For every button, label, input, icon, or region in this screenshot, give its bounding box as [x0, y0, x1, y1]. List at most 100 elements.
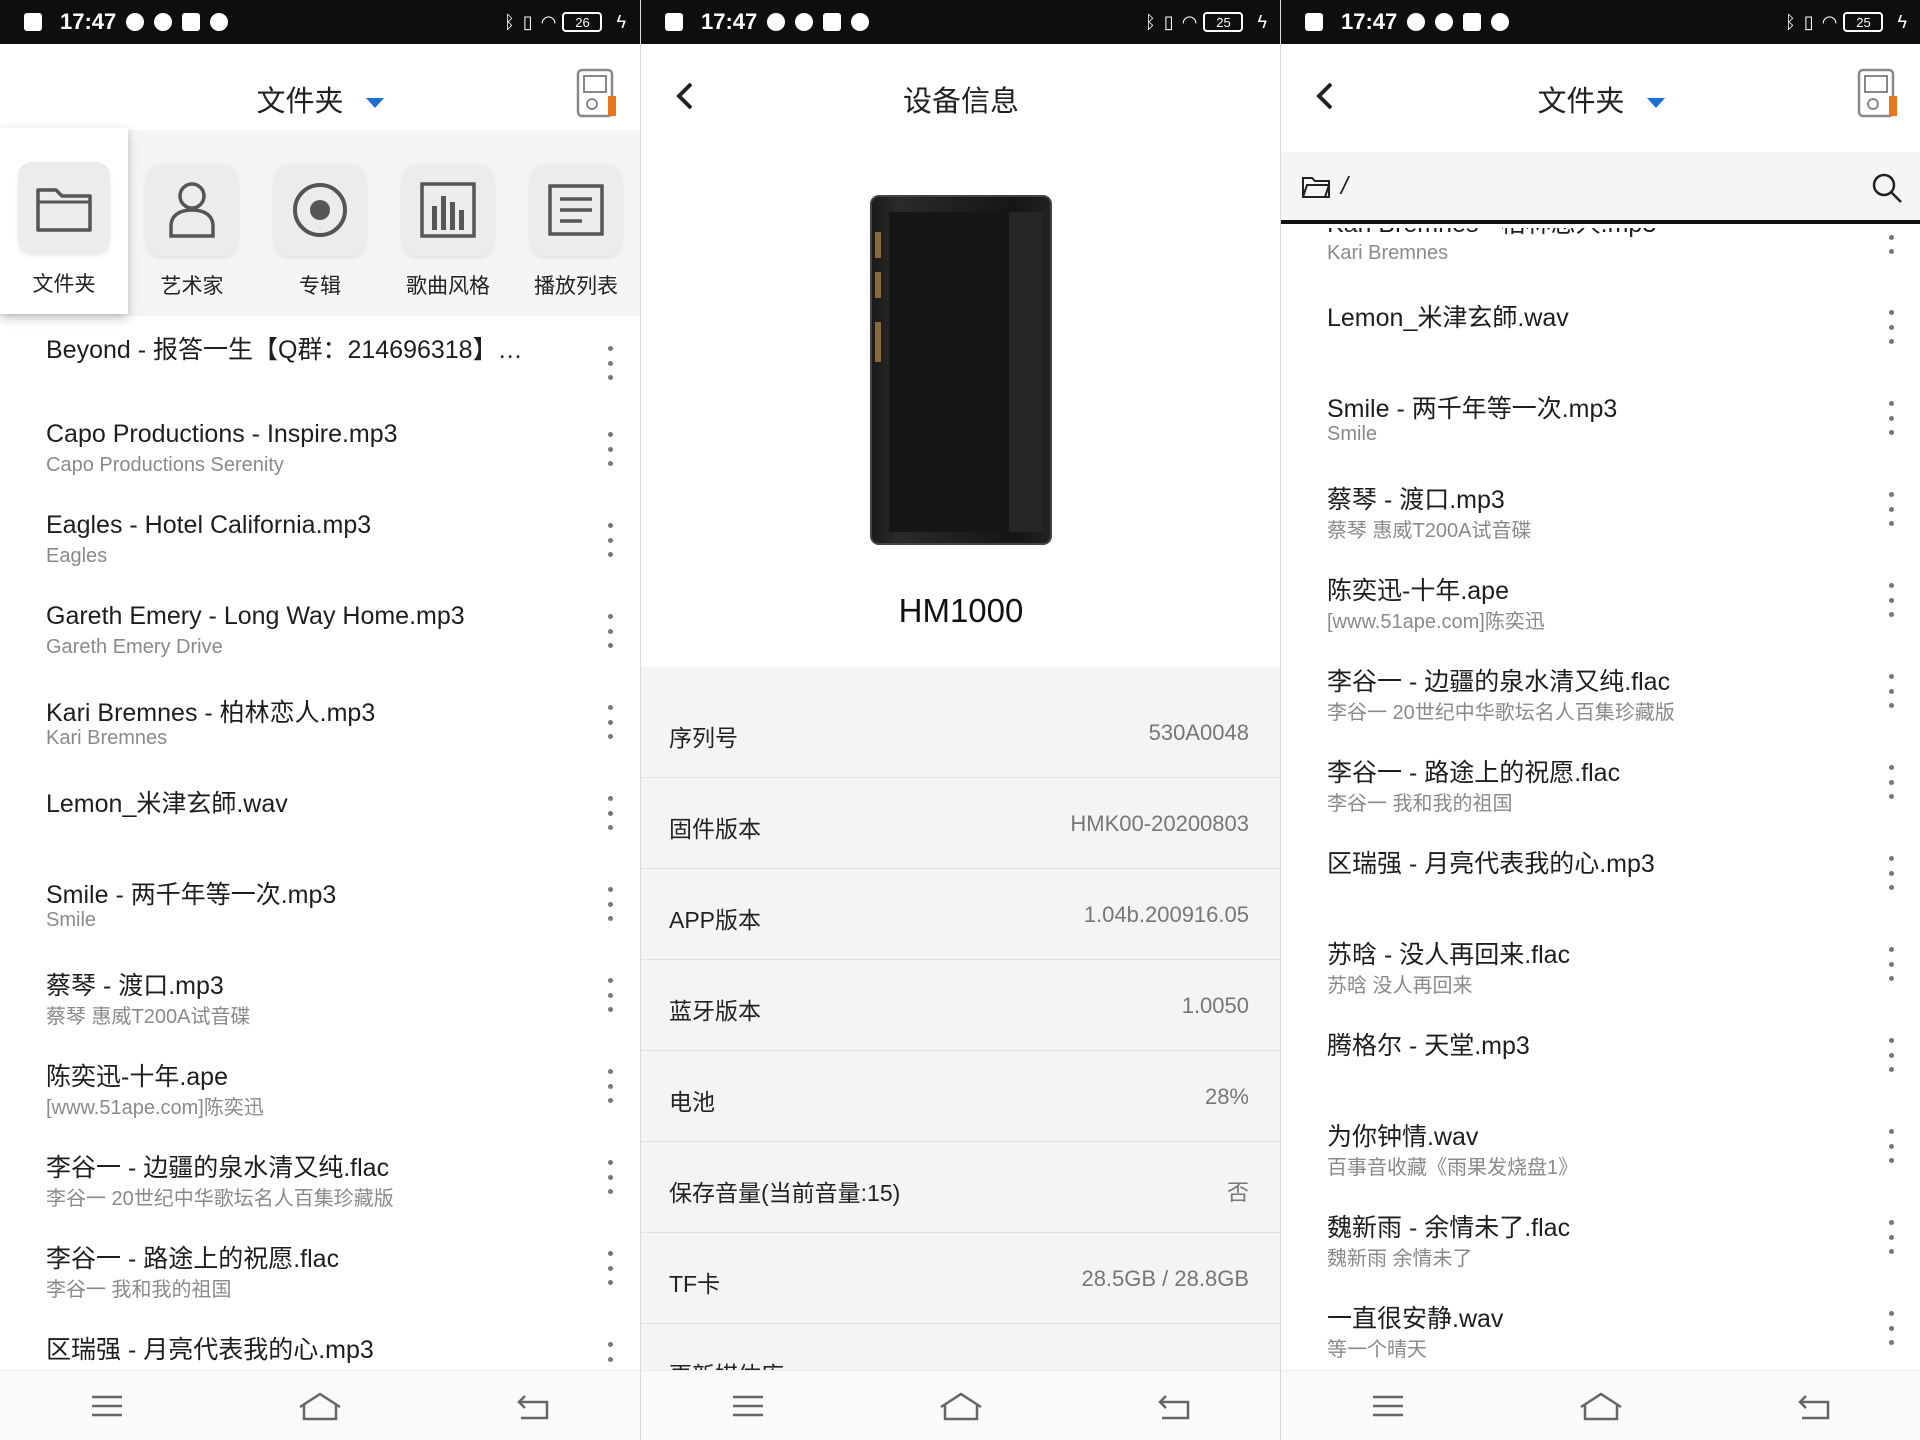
- back-nav-button[interactable]: [503, 1386, 563, 1426]
- status-time: 17:47: [701, 9, 758, 34]
- bluetooth-icon: ᛒ: [1145, 11, 1156, 32]
- more-options-icon[interactable]: [1887, 674, 1895, 708]
- list-item[interactable]: 李谷一 - 路途上的祝愿.flac 李谷一 我和我的祖国: [1281, 739, 1920, 830]
- more-options-icon[interactable]: [1887, 1129, 1895, 1163]
- list-item[interactable]: Kari Bremnes - 柏林恋人.mp3 Kari Bremnes: [1281, 228, 1920, 284]
- list-item[interactable]: Lemon_米津玄師.wav: [1281, 284, 1920, 375]
- more-options-icon[interactable]: [1887, 583, 1895, 617]
- cloud-icon: [851, 13, 870, 31]
- list-item[interactable]: Capo Productions - Inspire.mp3 Capo Prod…: [0, 406, 640, 497]
- list-item[interactable]: 蔡琴 - 渡口.mp3 蔡琴 惠威T200A试音碟: [0, 952, 640, 1043]
- battery-icon: 26: [562, 12, 603, 32]
- list-item[interactable]: 陈奕迅-十年.ape [www.51ape.com]陈奕迅: [0, 1043, 640, 1134]
- more-options-icon[interactable]: [1887, 947, 1895, 981]
- list-item[interactable]: Beyond - 报答一生【Q群：214696318】…: [0, 316, 640, 406]
- more-options-icon[interactable]: [606, 796, 614, 830]
- list-item[interactable]: Smile - 两千年等一次.mp3 Smile: [0, 861, 640, 952]
- tab-album[interactable]: 专辑: [256, 130, 384, 310]
- song-title: Smile - 两千年等一次.mp3: [46, 881, 337, 909]
- more-options-icon[interactable]: [1887, 228, 1895, 254]
- more-options-icon[interactable]: [1887, 1038, 1895, 1072]
- list-item[interactable]: 李谷一 - 边疆的泉水清又纯.flac 李谷一 20世纪中华歌坛名人百集珍藏版: [1281, 648, 1920, 739]
- more-options-icon[interactable]: [1887, 765, 1895, 799]
- folder-dropdown[interactable]: 文件夹: [1281, 78, 1920, 120]
- list-item[interactable]: Smile - 两千年等一次.mp3 Smile: [1281, 375, 1920, 466]
- disc-icon: [293, 183, 347, 237]
- list-item[interactable]: 腾格尔 - 天堂.mp3: [1281, 1012, 1920, 1103]
- folder-open-icon[interactable]: [1301, 174, 1331, 200]
- song-title: 陈奕迅-十年.ape: [1327, 577, 1509, 605]
- list-item[interactable]: 蔡琴 - 渡口.mp3 蔡琴 惠威T200A试音碟: [1281, 466, 1920, 557]
- more-options-icon[interactable]: [606, 1160, 614, 1194]
- tab-artist[interactable]: 艺术家: [128, 130, 256, 310]
- list-item[interactable]: 为你钟情.wav 百事音收藏《雨果发烧盘1》: [1281, 1103, 1920, 1194]
- info-row-battery: 电池 28%: [641, 1051, 1280, 1142]
- menu-icon: [732, 1395, 763, 1416]
- info-row-serial: 序列号 530A0048: [641, 687, 1280, 778]
- menu-icon: [1372, 1395, 1403, 1416]
- more-options-icon[interactable]: [1887, 401, 1895, 435]
- more-options-icon[interactable]: [606, 705, 614, 739]
- return-icon: [1798, 1394, 1830, 1419]
- song-title: 李谷一 - 边疆的泉水清又纯.flac: [46, 1154, 390, 1182]
- update-library-row[interactable]: 更新媒体库: [641, 1324, 1280, 1370]
- info-key: TF卡: [669, 1271, 721, 1297]
- tab-folder[interactable]: 文件夹: [0, 128, 128, 314]
- status-bar: 17:47 ᛒ ▯ ◠ 25 ϟ: [1281, 0, 1920, 44]
- more-options-icon[interactable]: [606, 887, 614, 921]
- tab-genre[interactable]: 歌曲风格: [384, 130, 512, 310]
- song-title: 李谷一 - 路途上的祝愿.flac: [1327, 759, 1621, 787]
- folder-dropdown[interactable]: 文件夹: [0, 78, 640, 120]
- home-nav-button[interactable]: [290, 1386, 350, 1426]
- status-bar: 17:47 ᛒ ▯ ◠ 25 ϟ: [641, 0, 1280, 44]
- back-nav-button[interactable]: [1784, 1386, 1844, 1426]
- list-item[interactable]: 区瑞强 - 月亮代表我的心.mp3: [0, 1316, 640, 1370]
- song-subtitle: 百事音收藏《雨果发烧盘1》: [1327, 1157, 1579, 1179]
- list-item[interactable]: 苏晗 - 没人再回来.flac 苏晗 没人再回来: [1281, 921, 1920, 1012]
- more-options-icon[interactable]: [1887, 1311, 1895, 1345]
- menu-nav-button[interactable]: [718, 1386, 778, 1426]
- list-item[interactable]: Gareth Emery - Long Way Home.mp3 Gareth …: [0, 588, 640, 679]
- status-time: 17:47: [60, 9, 117, 34]
- wifi-icon: ◠: [1181, 11, 1198, 32]
- wifi-icon: ◠: [1821, 11, 1838, 32]
- more-options-icon[interactable]: [606, 1251, 614, 1285]
- menu-nav-button[interactable]: [1358, 1386, 1418, 1426]
- menu-nav-button[interactable]: [77, 1386, 137, 1426]
- home-nav-button[interactable]: [931, 1386, 991, 1426]
- info-key: 电池: [669, 1089, 715, 1115]
- more-options-icon[interactable]: [606, 432, 614, 466]
- more-options-icon[interactable]: [606, 523, 614, 557]
- song-title: 腾格尔 - 天堂.mp3: [1327, 1032, 1530, 1060]
- more-options-icon[interactable]: [606, 1342, 614, 1370]
- list-item[interactable]: Kari Bremnes - 柏林恋人.mp3 Kari Bremnes: [0, 679, 640, 770]
- screenshot-collage: 17:47 ᛒ ▯ ◠ 26 ϟ 文件夹 文件夹 艺术家 专辑 歌曲风格 播放列…: [0, 0, 1920, 1440]
- back-nav-button[interactable]: [1144, 1386, 1204, 1426]
- list-item[interactable]: 魏新雨 - 余情未了.flac 魏新雨 余情未了: [1281, 1194, 1920, 1285]
- list-item[interactable]: Eagles - Hotel California.mp3 Eagles: [0, 497, 640, 588]
- more-options-icon[interactable]: [606, 1069, 614, 1103]
- info-value: 否: [1226, 1180, 1249, 1205]
- more-options-icon[interactable]: [1887, 1220, 1895, 1254]
- home-nav-button[interactable]: [1571, 1386, 1631, 1426]
- list-item[interactable]: Lemon_米津玄師.wav: [0, 770, 640, 861]
- tab-label: 播放列表: [534, 275, 618, 298]
- list-item[interactable]: 一直很安静.wav 等一个晴天: [1281, 1285, 1920, 1370]
- more-options-icon[interactable]: [606, 346, 614, 380]
- list-item[interactable]: 李谷一 - 路途上的祝愿.flac 李谷一 我和我的祖国: [0, 1225, 640, 1316]
- more-options-icon[interactable]: [606, 978, 614, 1012]
- list-item[interactable]: 李谷一 - 边疆的泉水清又纯.flac 李谷一 20世纪中华歌坛名人百集珍藏版: [0, 1134, 640, 1225]
- list-item[interactable]: 陈奕迅-十年.ape [www.51ape.com]陈奕迅: [1281, 557, 1920, 648]
- info-row-save-volume[interactable]: 保存音量(当前音量:15) 否: [641, 1142, 1280, 1233]
- list-item[interactable]: 区瑞强 - 月亮代表我的心.mp3: [1281, 830, 1920, 921]
- device-info-icon[interactable]: [572, 68, 620, 120]
- more-options-icon[interactable]: [1887, 856, 1895, 890]
- tab-playlist[interactable]: 播放列表: [512, 130, 640, 310]
- more-options-icon[interactable]: [1887, 310, 1895, 344]
- search-icon[interactable]: [1871, 172, 1903, 204]
- more-options-icon[interactable]: [1887, 492, 1895, 526]
- info-key: APP版本: [669, 907, 762, 933]
- song-title: 陈奕迅-十年.ape: [46, 1063, 228, 1091]
- device-info-icon[interactable]: [1853, 68, 1901, 120]
- more-options-icon[interactable]: [606, 614, 614, 648]
